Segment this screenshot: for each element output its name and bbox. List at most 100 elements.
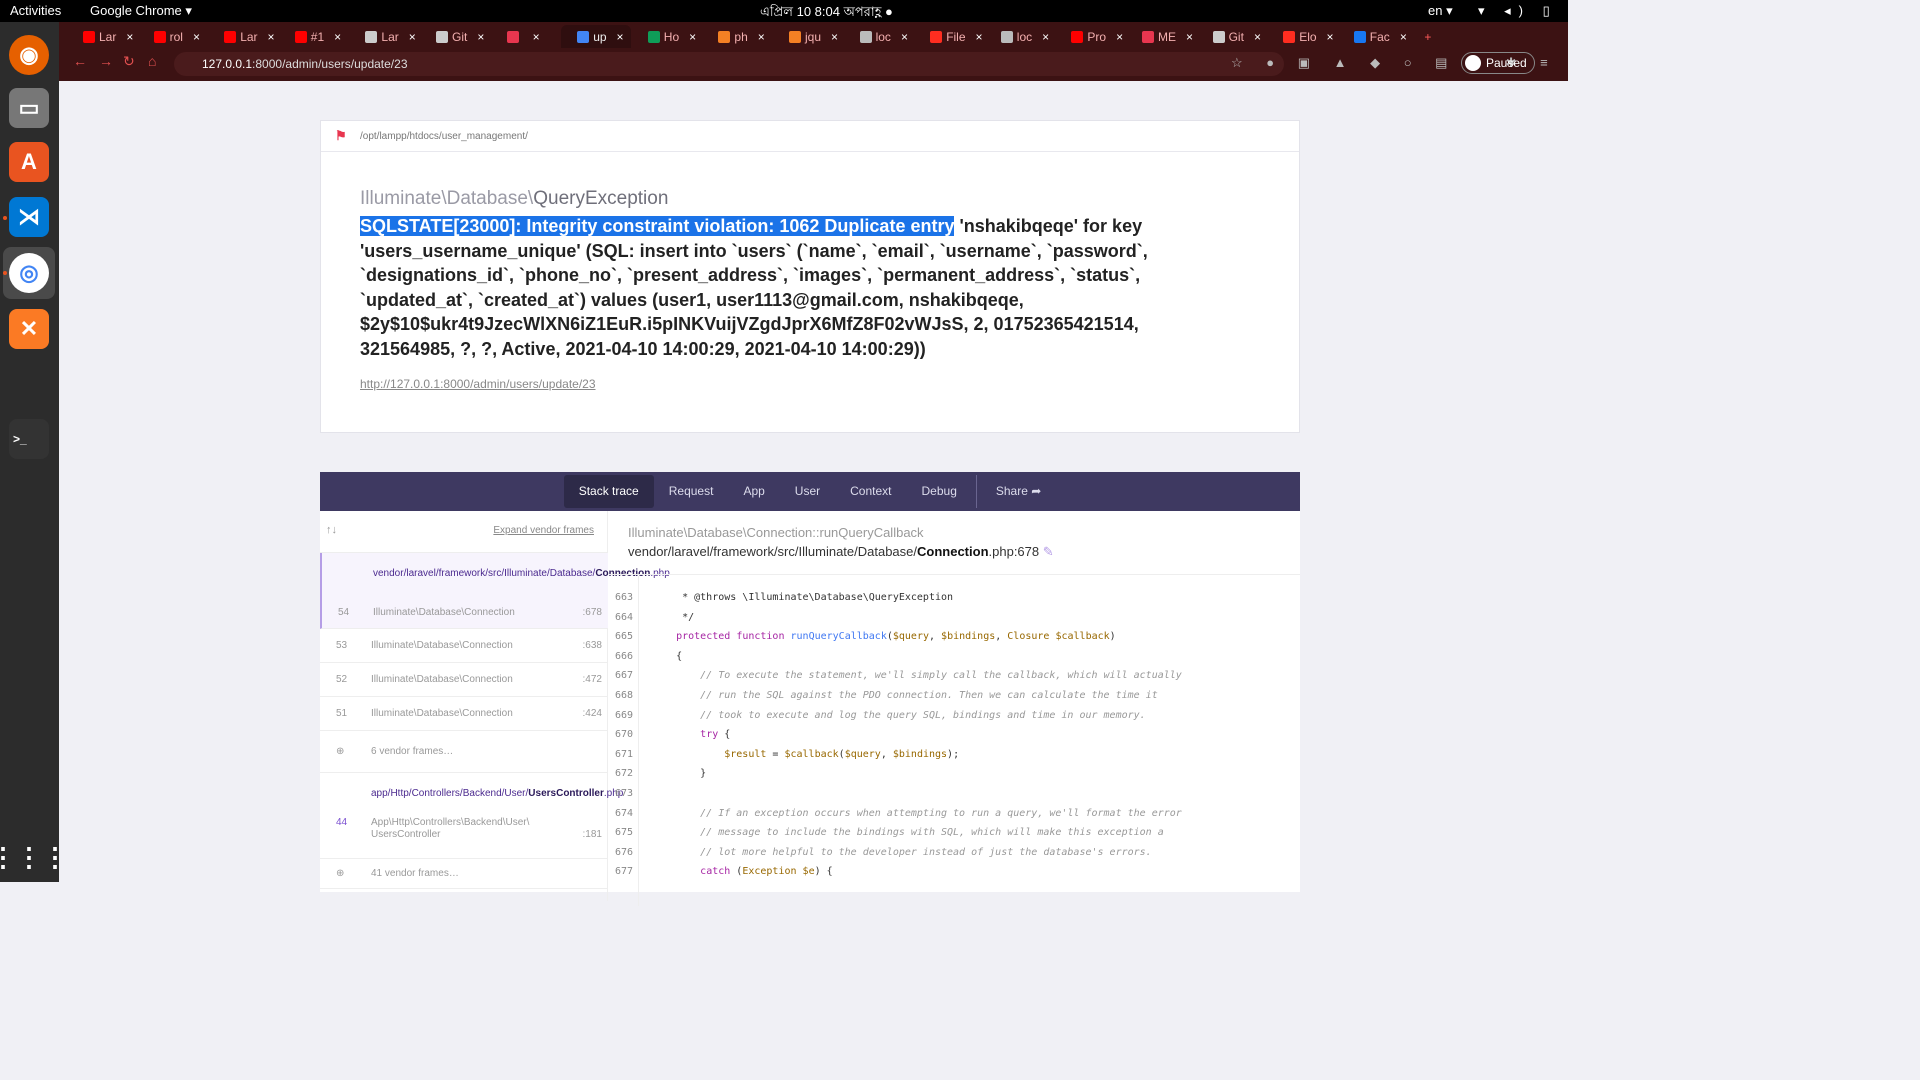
exception-name: QueryException [533,188,669,209]
software-center-icon[interactable]: A [9,142,49,182]
sort-arrows-icon[interactable]: ↑↓ [326,524,337,536]
frame-number: 44 [336,817,348,828]
tab-close-icon[interactable]: × [126,30,133,44]
tab-title: loc [875,29,891,44]
tab-close-icon[interactable]: × [1400,30,1407,44]
vscode-icon[interactable]: ⋊ [9,197,49,237]
tab-close-icon[interactable]: × [617,30,624,44]
tab-close-icon[interactable]: × [268,30,275,44]
code-text: { [652,650,683,662]
code-line: 670 try { [609,725,1299,745]
profile-paused-button[interactable]: Paused [1461,52,1535,74]
tab-app[interactable]: App [728,475,779,508]
browser-tab[interactable]: ME × [1126,25,1196,48]
tab-close-icon[interactable]: × [477,30,484,44]
clock[interactable]: এপ্রিল 10 8:04 অপরাহ্ণ ● [760,3,893,24]
request-url-link[interactable]: http://127.0.0.1:8000/admin/users/update… [360,377,596,391]
terminal-icon[interactable]: >_ [9,419,49,459]
edit-pencil-icon[interactable]: ✎ [1043,544,1054,559]
app-menu[interactable]: Google Chrome ▾ [90,3,192,19]
frame-file[interactable]: vendor/laravel/framework/src/Illuminate/… [628,544,1054,560]
tab-close-icon[interactable]: × [193,30,200,44]
line-number: 677 [615,866,634,878]
stack-frame[interactable]: 53 Illuminate\Database\Connection:638 [320,629,608,663]
browser-tab[interactable]: File × [914,25,984,48]
tab-request[interactable]: Request [654,475,729,508]
browser-tab[interactable]: loc × [985,25,1055,48]
browser-tab[interactable]: Pro × [1055,25,1125,48]
code-line: 671 $result = $callback($query, $binding… [609,745,1299,765]
stack-frame[interactable]: vendor/laravel/framework/src/Illuminate/… [320,553,670,629]
browser-tab[interactable]: #1 × [279,25,349,48]
tab-stack-trace[interactable]: Stack trace [563,475,654,508]
tab-favicon-icon [930,30,943,43]
tab-title: #1 [310,29,325,44]
home-icon[interactable]: ⌂ [148,53,156,69]
show-apps-icon[interactable]: ⋮⋮⋮ [0,837,68,877]
tab-close-icon[interactable]: × [1042,30,1049,44]
code-line: 677 catch (Exception $e) { [609,862,1299,882]
code-text: // If an exception occurs when attemptin… [652,807,1182,819]
tab-close-icon[interactable]: × [689,30,696,44]
stack-frame[interactable]: ⊕ 6 vendor frames… [320,731,608,773]
browser-tab[interactable]: Git × [1197,25,1267,48]
xampp-icon[interactable]: ✕ [9,309,49,349]
reload-icon[interactable]: ↻ [123,53,135,70]
tab-close-icon[interactable]: × [1254,30,1261,44]
tab-title: ME [1158,29,1176,44]
tab-title: ph [734,29,748,44]
code-line: 676 // lot more helpful to the developer… [609,843,1299,863]
stack-frame[interactable]: 51 Illuminate\Database\Connection:424 [320,697,608,731]
address-bar[interactable]: 127.0.0.1:8000/admin/users/update/23 [174,52,1284,76]
tab-close-icon[interactable]: × [1116,30,1123,44]
frame-line: :638 [582,640,602,651]
tab-title: loc [1016,29,1033,44]
code-text: // run the SQL against the PDO connectio… [652,690,1158,701]
forward-icon[interactable]: → [99,53,113,69]
stack-frame[interactable]: app/Http/Controllers/Backend/User/UsersC… [320,773,623,859]
tab-close-icon[interactable]: × [1327,30,1334,44]
tab-title: Git [452,29,468,44]
browser-tab[interactable]: rol × [138,25,208,48]
tab-close-icon[interactable]: × [976,30,983,44]
tab-close-icon[interactable]: × [1186,30,1193,44]
tab-close-icon[interactable]: × [334,30,341,44]
browser-tab[interactable]: Lar × [349,25,419,48]
new-tab-icon[interactable]: + [1408,25,1431,48]
browser-tab[interactable]: up × [561,25,632,48]
activities-button[interactable]: Activities [10,3,61,18]
tab-context[interactable]: Context [835,475,906,508]
stack-frame[interactable]: 52 Illuminate\Database\Connection:472 [320,663,608,697]
browser-tab[interactable]: ph × [702,25,772,48]
line-number: 668 [615,690,634,701]
back-icon[interactable]: ← [73,53,87,69]
code-line: 666 { [609,647,1299,667]
tab-close-icon[interactable]: × [901,30,908,44]
expand-vendor-frames-link[interactable]: Expand vendor frames [493,525,594,536]
language-indicator[interactable]: en ▾ [1428,3,1453,19]
browser-tab[interactable]: Lar × [208,25,278,48]
tab-favicon-icon [436,30,448,43]
browser-tab[interactable]: Lar × [67,25,137,48]
share-button[interactable]: Share ➦ [981,475,1056,508]
firefox-icon[interactable]: ◉ [9,35,49,75]
tab-debug[interactable]: Debug [907,475,972,508]
chrome-icon[interactable]: ◎ [9,253,49,293]
browser-tab[interactable]: jqu × [773,25,843,48]
tab-close-icon[interactable]: × [758,30,765,44]
browser-tab[interactable]: Ho × [632,25,702,48]
browser-tab[interactable]: Git × [420,25,490,48]
tab-close-icon[interactable]: × [831,30,838,44]
stack-frame[interactable]: ⊕ 41 vendor frames… [320,859,608,889]
system-top-bar: Activities Google Chrome ▾ এপ্রিল 10 8:0… [0,0,1568,34]
tab-title: Lar [240,29,258,44]
file-dir: vendor/laravel/framework/src/Illuminate/… [628,544,918,559]
browser-tab[interactable]: Fac × [1338,25,1408,48]
tab-user[interactable]: User [780,475,835,508]
browser-tab[interactable]: × [491,25,561,48]
browser-tab[interactable]: loc × [844,25,914,48]
tab-close-icon[interactable]: × [533,30,540,44]
tab-close-icon[interactable]: × [409,30,416,44]
browser-tab[interactable]: Elo × [1267,25,1337,48]
files-icon[interactable]: ▭ [9,88,49,128]
